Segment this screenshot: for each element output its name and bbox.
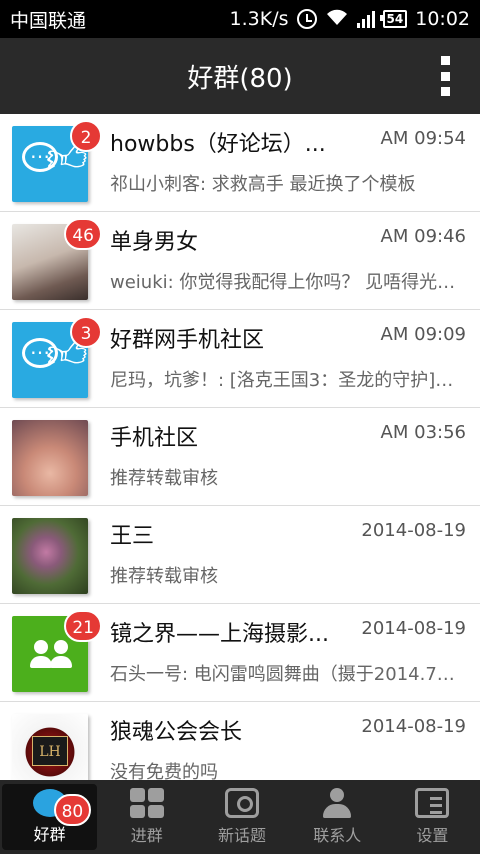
tab-new-topic[interactable]: 新话题 (194, 780, 289, 854)
group-row[interactable]: 21 镜之界——上海摄影... 2014-08-19 石头一号: 电闪雷鸣圆舞曲… (0, 604, 480, 702)
emblem-logo: LH (32, 736, 68, 766)
tab-join-group[interactable]: 进群 (99, 780, 194, 854)
tab-label: 联系人 (313, 826, 362, 845)
photo-avatar (12, 518, 88, 594)
group-name: 单身男女 (110, 230, 199, 255)
last-message-preview: 祁山小刺客: 求救高手 最近换了个模板 (110, 174, 416, 195)
group-avatar: LH (12, 714, 88, 780)
tab-label: 进群 (130, 826, 163, 845)
tab-label: 设置 (416, 826, 449, 845)
tab-label: 新话题 (218, 826, 267, 845)
tab-label: 好群 (33, 825, 66, 844)
signal-icon (356, 10, 375, 28)
alarm-icon (296, 9, 317, 29)
last-message-preview: 尼玛，坑爹！: [洛克王国3：圣龙的守护]… (110, 370, 454, 391)
tab-groups[interactable]: 好群 80 (2, 784, 98, 850)
group-avatar: 👍︎ 3 (12, 316, 102, 398)
carrier-name: 中国联通 (10, 9, 87, 32)
group-row[interactable]: 王三 2014-08-19 推荐转载审核 (0, 506, 480, 604)
last-message-preview: 没有免费的吗 (110, 762, 218, 780)
bottom-tab-bar: 好群 80 进群 新话题 联系人 设置 (0, 780, 480, 854)
clock: 10:02 (415, 8, 470, 30)
group-avatar (12, 518, 88, 594)
unread-badge: 3 (70, 316, 102, 348)
camera-icon (225, 788, 259, 818)
tab-badge: 80 (53, 794, 92, 826)
group-avatar: 21 (12, 610, 102, 692)
last-message-time: AM 09:09 (380, 324, 466, 345)
grid-icon (129, 788, 164, 818)
person-icon (320, 788, 354, 818)
last-message-time: AM 09:54 (380, 128, 466, 149)
group-avatar (12, 420, 88, 496)
menu-dot-icon (440, 56, 450, 65)
group-name: 狼魂公会会长 (110, 720, 243, 745)
group-row[interactable]: LH 狼魂公会会长 2014-08-19 没有免费的吗 (0, 702, 480, 780)
group-row[interactable]: 手机社区 AM 03:56 推荐转载审核 (0, 408, 480, 506)
unread-badge: 46 (64, 218, 102, 250)
group-name: 镜之界——上海摄影... (110, 622, 329, 647)
group-row[interactable]: 👍︎ 3 好群网手机社区 AM 09:09 尼玛，坑爹！: [洛克王国3：圣龙的… (0, 310, 480, 408)
last-message-preview: 推荐转载审核 (110, 468, 218, 489)
tab-contacts[interactable]: 联系人 (290, 780, 385, 854)
last-message-time: 2014-08-19 (361, 716, 466, 737)
last-message-time: 2014-08-19 (361, 618, 466, 639)
group-avatar: 46 (12, 218, 102, 300)
status-bar: 中国联通 1.3K/s 54 10:02 (0, 0, 480, 38)
group-row[interactable]: 46 单身男女 AM 09:46 weiuki: 你觉得我配得上你吗？ 见唔得光… (0, 212, 480, 310)
settings-icon (415, 788, 450, 818)
last-message-preview: 石头一号: 电闪雷鸣圆舞曲（摄于2014.7… (110, 664, 455, 685)
last-message-preview: 推荐转载审核 (110, 566, 218, 587)
battery-icon: 54 (379, 10, 408, 28)
last-message-time: AM 09:46 (380, 226, 466, 247)
tab-settings[interactable]: 设置 (385, 780, 480, 854)
last-message-preview: weiuki: 你觉得我配得上你吗？ 见唔得光… (110, 272, 456, 293)
wifi-icon (325, 8, 349, 31)
menu-dot-icon (440, 71, 450, 81)
group-name: 好群网手机社区 (110, 328, 265, 353)
group-row[interactable]: 👍︎ 2 howbbs（好论坛）... AM 09:54 祁山小刺客: 求救高手… (0, 114, 480, 212)
menu-dot-icon (440, 87, 450, 96)
group-name: 手机社区 (110, 426, 199, 451)
photo-avatar (12, 420, 88, 496)
group-avatar: 👍︎ 2 (12, 120, 102, 202)
unread-badge: 2 (70, 120, 102, 152)
page-title: 好群(80) (187, 63, 293, 94)
title-bar: 好群(80) (0, 38, 480, 114)
status-indicators: 1.3K/s 54 10:02 (230, 8, 470, 31)
overflow-menu-button[interactable] (438, 56, 452, 96)
network-speed: 1.3K/s (229, 8, 289, 30)
unread-badge: 21 (64, 610, 102, 642)
last-message-time: AM 03:56 (380, 422, 466, 443)
last-message-time: 2014-08-19 (361, 520, 466, 541)
group-name: 王三 (110, 524, 155, 549)
emblem-avatar: LH (12, 714, 88, 780)
group-name: howbbs（好论坛）... (110, 132, 326, 157)
group-list[interactable]: 👍︎ 2 howbbs（好论坛）... AM 09:54 祁山小刺客: 求救高手… (0, 114, 480, 780)
